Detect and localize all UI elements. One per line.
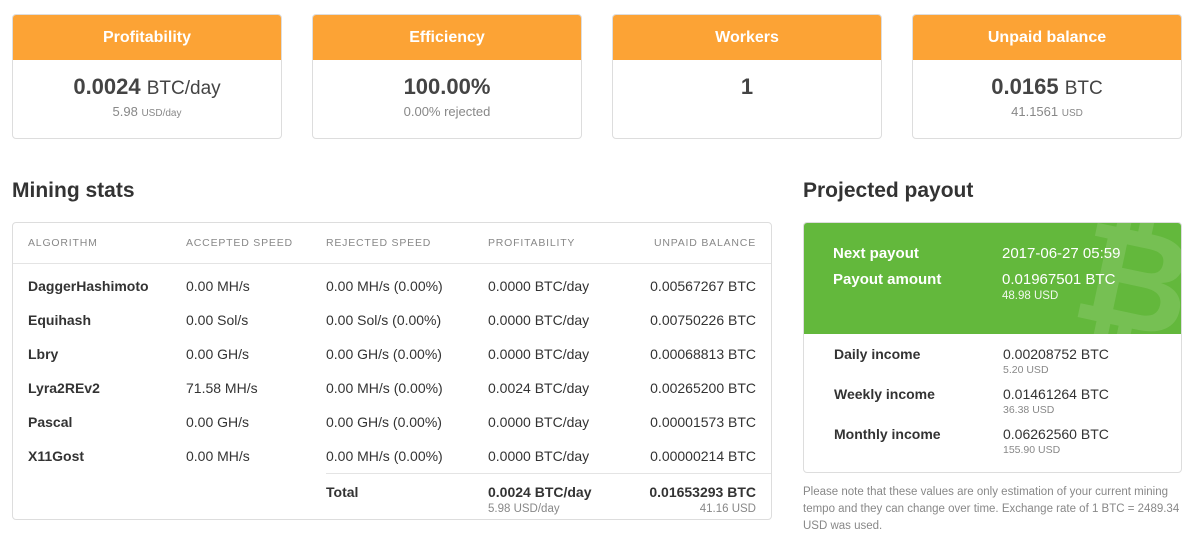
card-value: 100.00% (403, 74, 491, 99)
card-title: Unpaid balance (913, 15, 1181, 60)
profitability-cell: 0.0000 BTC/day (488, 414, 590, 430)
payout-summary: ₿ Next payout 2017-06-27 05:59 Payout am… (804, 223, 1181, 334)
projected-payout-title: Projected payout (803, 179, 974, 202)
accepted-speed-cell: 0.00 MH/s (186, 278, 250, 295)
income-btc: 0.06262560 BTC (1003, 426, 1109, 442)
rejected-speed-cell: 0.00 GH/s (0.00%) (326, 414, 442, 430)
algorithm-cell: X11Gost (28, 448, 85, 464)
profitability-cell: 0.0000 BTC/day (488, 278, 590, 295)
card-value: 0.0024 (73, 74, 141, 99)
total-profitability-btc: 0.0024 BTC/day (488, 483, 592, 500)
rejected-speed-cell: 0.00 MH/s (0.00%) (326, 380, 443, 396)
unpaid-balance-cell: 0.00750226 BTC (650, 312, 756, 328)
income-list: Daily income 0.00208752 BTC 5.20 USD Wee… (804, 334, 1181, 466)
accepted-speed-cell: 0.00 GH/s (186, 346, 250, 362)
next-payout-value: 2017-06-27 05:59 (1002, 245, 1121, 262)
algorithm-cell: DaggerHashimoto (28, 278, 149, 295)
card-unit: BTC (1064, 78, 1103, 99)
table-row: X11Gost 0.00 MH/s 0.00 MH/s (0.00%) 0.00… (13, 439, 771, 473)
accepted-speed-cell: 71.58 MH/s (186, 380, 258, 396)
profitability-cell: 0.0000 BTC/day (488, 447, 590, 464)
table-header-row: ALGORITHM ACCEPTED SPEED REJECTED SPEED … (13, 223, 771, 264)
table-row: Lyra2REv2 71.58 MH/s 0.00 MH/s (0.00%) 0… (13, 371, 771, 405)
card-title: Efficiency (313, 15, 581, 60)
unpaid-balance-card: Unpaid balance 0.0165 BTC 41.1561 USD (912, 14, 1182, 139)
income-row: Monthly income 0.06262560 BTC 155.90 USD (834, 426, 1181, 466)
column-header[interactable]: ALGORITHM (13, 223, 186, 264)
unpaid-balance-cell: 0.00000214 BTC (650, 447, 756, 464)
card-unit: BTC/day (146, 78, 221, 99)
total-unpaid: 0.01653293 BTC 41.16 USD (628, 472, 771, 523)
table-row: Pascal 0.00 GH/s 0.00 GH/s (0.00%) 0.000… (13, 405, 771, 439)
table-row: Lbry 0.00 GH/s 0.00 GH/s (0.00%) 0.0000 … (13, 337, 771, 371)
unpaid-balance-cell: 0.00265200 BTC (650, 380, 756, 396)
column-header[interactable]: UNPAID BALANCE (628, 223, 771, 264)
total-profitability-usd: 5.98 USD/day (488, 502, 560, 515)
accepted-speed-cell: 0.00 GH/s (186, 414, 250, 430)
income-row: Daily income 0.00208752 BTC 5.20 USD (834, 346, 1181, 386)
unpaid-balance-cell: 0.00567267 BTC (650, 278, 756, 295)
efficiency-card: Efficiency 100.00% 0.00% rejected (312, 14, 582, 139)
column-header[interactable]: REJECTED SPEED (326, 223, 488, 264)
card-sub-value: 5.98 (112, 104, 138, 119)
next-payout-label: Next payout (833, 245, 919, 262)
column-header[interactable]: PROFITABILITY (488, 223, 628, 264)
income-usd: 5.20 USD (1003, 364, 1049, 376)
payout-amount-label: Payout amount (833, 271, 942, 288)
accepted-speed-cell: 0.00 MH/s (186, 448, 250, 464)
card-title: Profitability (13, 15, 281, 60)
algorithm-cell: Lyra2REv2 (28, 380, 100, 396)
accepted-speed-cell: 0.00 Sol/s (186, 312, 249, 328)
income-btc: 0.01461264 BTC (1003, 386, 1109, 402)
card-title: Workers (613, 15, 881, 60)
card-sub-unit: USD/day (141, 108, 182, 119)
income-label: Weekly income (834, 386, 935, 402)
workers-card: Workers 1 (612, 14, 882, 139)
profitability-cell: 0.0000 BTC/day (488, 346, 590, 362)
card-sub-unit: USD (1061, 108, 1083, 119)
income-label: Daily income (834, 346, 921, 362)
unpaid-balance-cell: 0.00068813 BTC (650, 346, 756, 362)
rejected-speed-cell: 0.00 Sol/s (0.00%) (326, 312, 442, 328)
income-usd: 155.90 USD (1003, 444, 1061, 456)
total-unpaid-btc: 0.01653293 BTC (649, 483, 756, 500)
income-label: Monthly income (834, 426, 941, 442)
rejected-speed-cell: 0.00 GH/s (0.00%) (326, 346, 442, 362)
income-row: Weekly income 0.01461264 BTC 36.38 USD (834, 386, 1181, 426)
income-usd: 36.38 USD (1003, 404, 1055, 416)
algorithm-cell: Lbry (28, 346, 59, 362)
algorithm-cell: Pascal (28, 414, 73, 430)
profitability-cell: 0.0024 BTC/day (488, 380, 590, 396)
estimation-note: Please note that these values are only e… (803, 486, 1180, 532)
column-header[interactable]: ACCEPTED SPEED (186, 223, 326, 264)
table-row: Equihash 0.00 Sol/s 0.00 Sol/s (0.00%) 0… (13, 303, 771, 337)
algorithm-cell: Equihash (28, 312, 92, 328)
total-unpaid-usd: 41.16 USD (699, 502, 756, 515)
mining-stats-title: Mining stats (12, 179, 135, 202)
profitability-cell: 0.0000 BTC/day (488, 312, 590, 328)
rejected-speed-cell: 0.00 MH/s (0.00%) (326, 447, 443, 464)
projected-payout-panel: ₿ Next payout 2017-06-27 05:59 Payout am… (803, 222, 1182, 473)
total-row: Total 0.0024 BTC/day 5.98 USD/day 0.0165… (13, 472, 771, 523)
rejected-speed-cell: 0.00 MH/s (0.00%) (326, 278, 443, 295)
card-value: 1 (740, 74, 754, 99)
income-btc: 0.00208752 BTC (1003, 346, 1109, 362)
payout-amount-usd: 48.98 USD (1002, 290, 1059, 302)
unpaid-balance-cell: 0.00001573 BTC (650, 414, 756, 430)
profitability-card: Profitability 0.0024 BTC/day 5.98 USD/da… (12, 14, 282, 139)
total-label: Total (326, 472, 488, 523)
mining-stats-table: ALGORITHM ACCEPTED SPEED REJECTED SPEED … (12, 222, 772, 523)
card-sub-value: 41.1561 (1011, 104, 1059, 119)
table-row: DaggerHashimoto 0.00 MH/s 0.00 MH/s (0.0… (13, 263, 771, 303)
total-profitability: 0.0024 BTC/day 5.98 USD/day (488, 472, 628, 523)
card-sub-value: 0.00% rejected (403, 104, 491, 119)
card-value: 0.0165 (991, 74, 1059, 99)
